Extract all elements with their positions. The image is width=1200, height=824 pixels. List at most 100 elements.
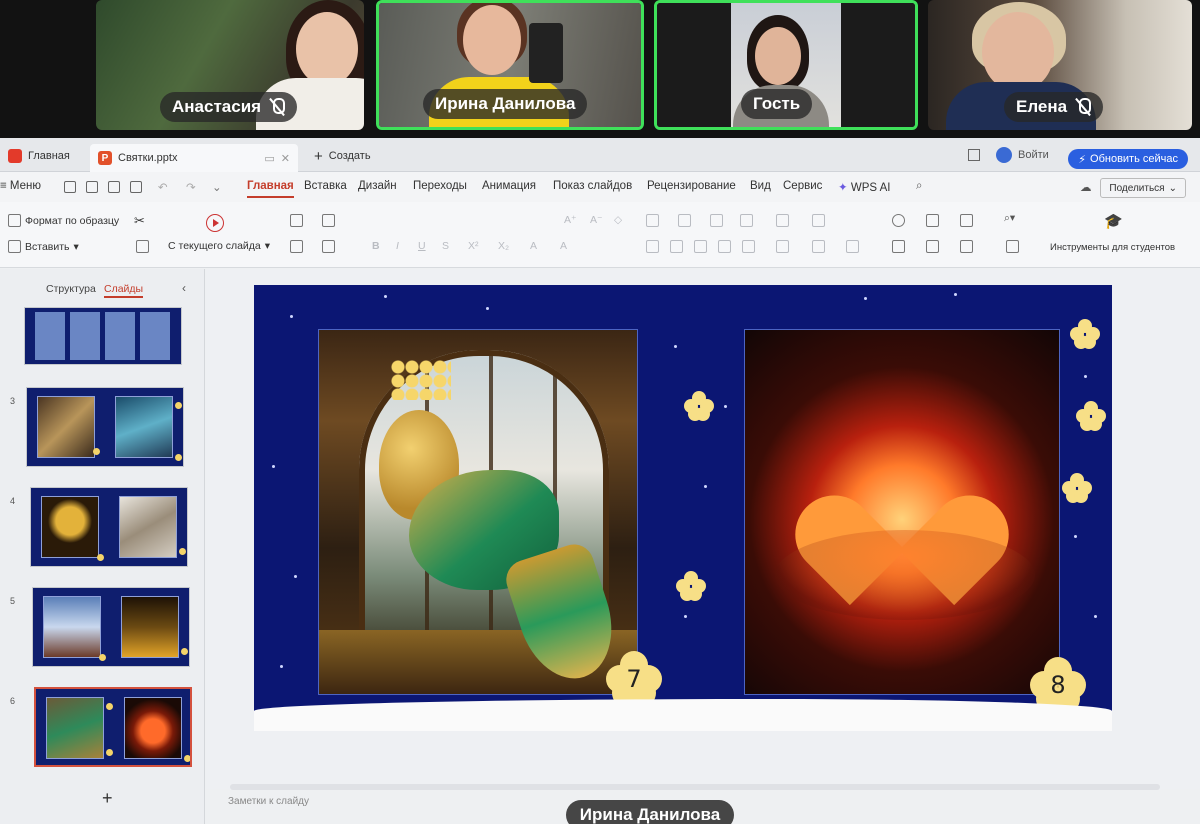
slide-thumbnail-selected[interactable] xyxy=(34,687,192,767)
arrange-icon[interactable] xyxy=(960,214,973,227)
search-icon[interactable]: ⌕ xyxy=(916,180,922,193)
tab-glavnaya[interactable]: Главная xyxy=(247,180,294,198)
cut-icon[interactable]: ✂ xyxy=(134,213,145,229)
new-slide-icon[interactable] xyxy=(290,214,303,227)
save-icon[interactable] xyxy=(64,181,76,193)
lightning-icon: ⚡ xyxy=(1078,153,1087,166)
highlight-icon[interactable]: A xyxy=(560,240,567,252)
find-icon[interactable]: ⌕▾ xyxy=(1004,212,1015,225)
close-tab-icon[interactable]: ✕ xyxy=(281,152,290,165)
indent-increase-icon[interactable] xyxy=(740,214,753,227)
tab-servis[interactable]: Сервис xyxy=(783,180,822,192)
participant-tile-elena[interactable]: Елена xyxy=(928,0,1192,130)
undo-icon[interactable]: ↶ xyxy=(158,180,168,194)
print-preview-icon[interactable] xyxy=(130,181,142,193)
reset-icon[interactable] xyxy=(322,240,335,253)
heart-image[interactable] xyxy=(744,329,1060,695)
tab-file[interactable]: P Святки.pptx ▭ ✕ xyxy=(90,144,298,172)
from-current-slide-button[interactable]: С текущего слайда ▾ xyxy=(168,240,270,252)
decrease-font-icon[interactable]: A⁻ xyxy=(590,214,603,226)
current-slide[interactable]: 7 8 xyxy=(254,285,1112,731)
slide-thumbnail[interactable] xyxy=(26,387,184,467)
graduation-cap-icon[interactable]: 🎓 xyxy=(1104,212,1123,230)
columns-icon[interactable] xyxy=(812,214,825,227)
italic-icon[interactable]: I xyxy=(396,240,399,252)
share-button[interactable]: Поделиться ⌄ xyxy=(1100,178,1186,198)
tab-animatsiya[interactable]: Анимация xyxy=(482,180,536,192)
numbering-icon[interactable] xyxy=(678,214,691,227)
print-icon[interactable] xyxy=(108,181,120,193)
section-icon[interactable] xyxy=(290,240,303,253)
tab-retsenzirovanie[interactable]: Рецензирование xyxy=(647,180,736,192)
flower-decoration xyxy=(1070,319,1100,349)
horizontal-scrollbar[interactable] xyxy=(230,784,1160,790)
clear-format-icon[interactable]: ◇ xyxy=(614,214,622,226)
participant-name: Ирина Данилова xyxy=(435,94,576,113)
tab-structure[interactable]: Структура xyxy=(46,283,96,295)
bold-icon[interactable]: B xyxy=(372,240,380,252)
participant-name: Анастасия xyxy=(172,97,262,116)
slide-thumbnail[interactable] xyxy=(24,307,182,365)
select-icon[interactable] xyxy=(1006,240,1019,253)
tab-slides[interactable]: Слайды xyxy=(104,283,144,298)
strikethrough-icon[interactable]: S xyxy=(442,240,449,252)
tab-wps-ai[interactable]: ✦ WPS AI xyxy=(838,180,890,194)
text-direction-icon[interactable] xyxy=(776,214,789,227)
align-center-icon[interactable] xyxy=(670,240,683,253)
outline-icon[interactable] xyxy=(960,240,973,253)
underline-icon[interactable]: U xyxy=(418,240,426,252)
flower-decoration xyxy=(684,391,714,421)
bullets-icon[interactable] xyxy=(646,214,659,227)
justify-icon[interactable] xyxy=(718,240,731,253)
font-color-icon[interactable]: A xyxy=(530,240,537,252)
textbox-icon[interactable] xyxy=(892,240,905,253)
add-slide-button[interactable]: + xyxy=(102,788,113,809)
play-from-current-icon[interactable] xyxy=(206,214,224,232)
superscript-icon[interactable]: X² xyxy=(468,240,479,252)
window-icon[interactable] xyxy=(968,149,980,161)
copy-icon[interactable] xyxy=(136,240,149,253)
tab-home[interactable]: Главная xyxy=(0,144,78,168)
export-pdf-icon[interactable] xyxy=(86,181,98,193)
main-menu-button[interactable]: ≡ Меню xyxy=(0,180,41,192)
fill-icon[interactable] xyxy=(926,240,939,253)
tab-perekhody[interactable]: Переходы xyxy=(413,180,467,192)
align-left-icon[interactable] xyxy=(646,240,659,253)
participant-tile-irina[interactable]: Ирина Данилова xyxy=(376,0,644,130)
paste-button[interactable]: Вставить ▾ xyxy=(8,240,79,253)
participant-tile-guest[interactable]: Гость xyxy=(654,0,918,130)
update-now-button[interactable]: ⚡ Обновить сейчас xyxy=(1068,149,1188,169)
restore-icon[interactable]: ▭ xyxy=(264,152,274,165)
login-area[interactable]: Войти xyxy=(968,147,1049,163)
collapse-pane-icon[interactable]: ‹ xyxy=(182,281,186,295)
new-tab-button[interactable]: + Создать xyxy=(306,144,379,168)
redo-icon[interactable]: ↷ xyxy=(186,180,196,194)
subscript-icon[interactable]: X₂ xyxy=(498,240,509,252)
align-right-icon[interactable] xyxy=(694,240,707,253)
smartart-icon[interactable] xyxy=(846,240,859,253)
student-tools-button[interactable]: Инструменты для студентов xyxy=(1050,242,1175,253)
format-painter-button[interactable]: Формат по образцу xyxy=(8,214,119,227)
tab-pokaz-slaidov[interactable]: Показ слайдов xyxy=(553,180,632,192)
indent-decrease-icon[interactable] xyxy=(710,214,723,227)
cloud-icon[interactable]: ☁ xyxy=(1080,180,1092,194)
tab-vid[interactable]: Вид xyxy=(750,180,771,192)
distribute-icon[interactable] xyxy=(742,240,755,253)
peacock-image[interactable] xyxy=(318,329,638,695)
tab-dizain[interactable]: Дизайн xyxy=(358,180,397,192)
notes-field[interactable]: Заметки к слайду xyxy=(228,796,309,807)
login-link[interactable]: Войти xyxy=(1018,149,1049,161)
line-spacing-icon[interactable] xyxy=(776,240,789,253)
layout-icon[interactable] xyxy=(322,214,335,227)
align-text-icon[interactable] xyxy=(812,240,825,253)
shapes-icon[interactable] xyxy=(892,214,905,227)
increase-font-icon[interactable]: A⁺ xyxy=(564,214,577,226)
paste-icon xyxy=(8,240,21,253)
file-tab-label: Святки.pptx xyxy=(118,152,178,164)
picture-icon[interactable] xyxy=(926,214,939,227)
slide-thumbnail[interactable] xyxy=(30,487,188,567)
chevron-down-icon[interactable]: ⌄ xyxy=(212,180,222,194)
participant-tile-anastasia[interactable]: Анастасия xyxy=(96,0,364,130)
slide-thumbnail[interactable] xyxy=(32,587,190,667)
tab-vstavka[interactable]: Вставка xyxy=(304,180,347,192)
